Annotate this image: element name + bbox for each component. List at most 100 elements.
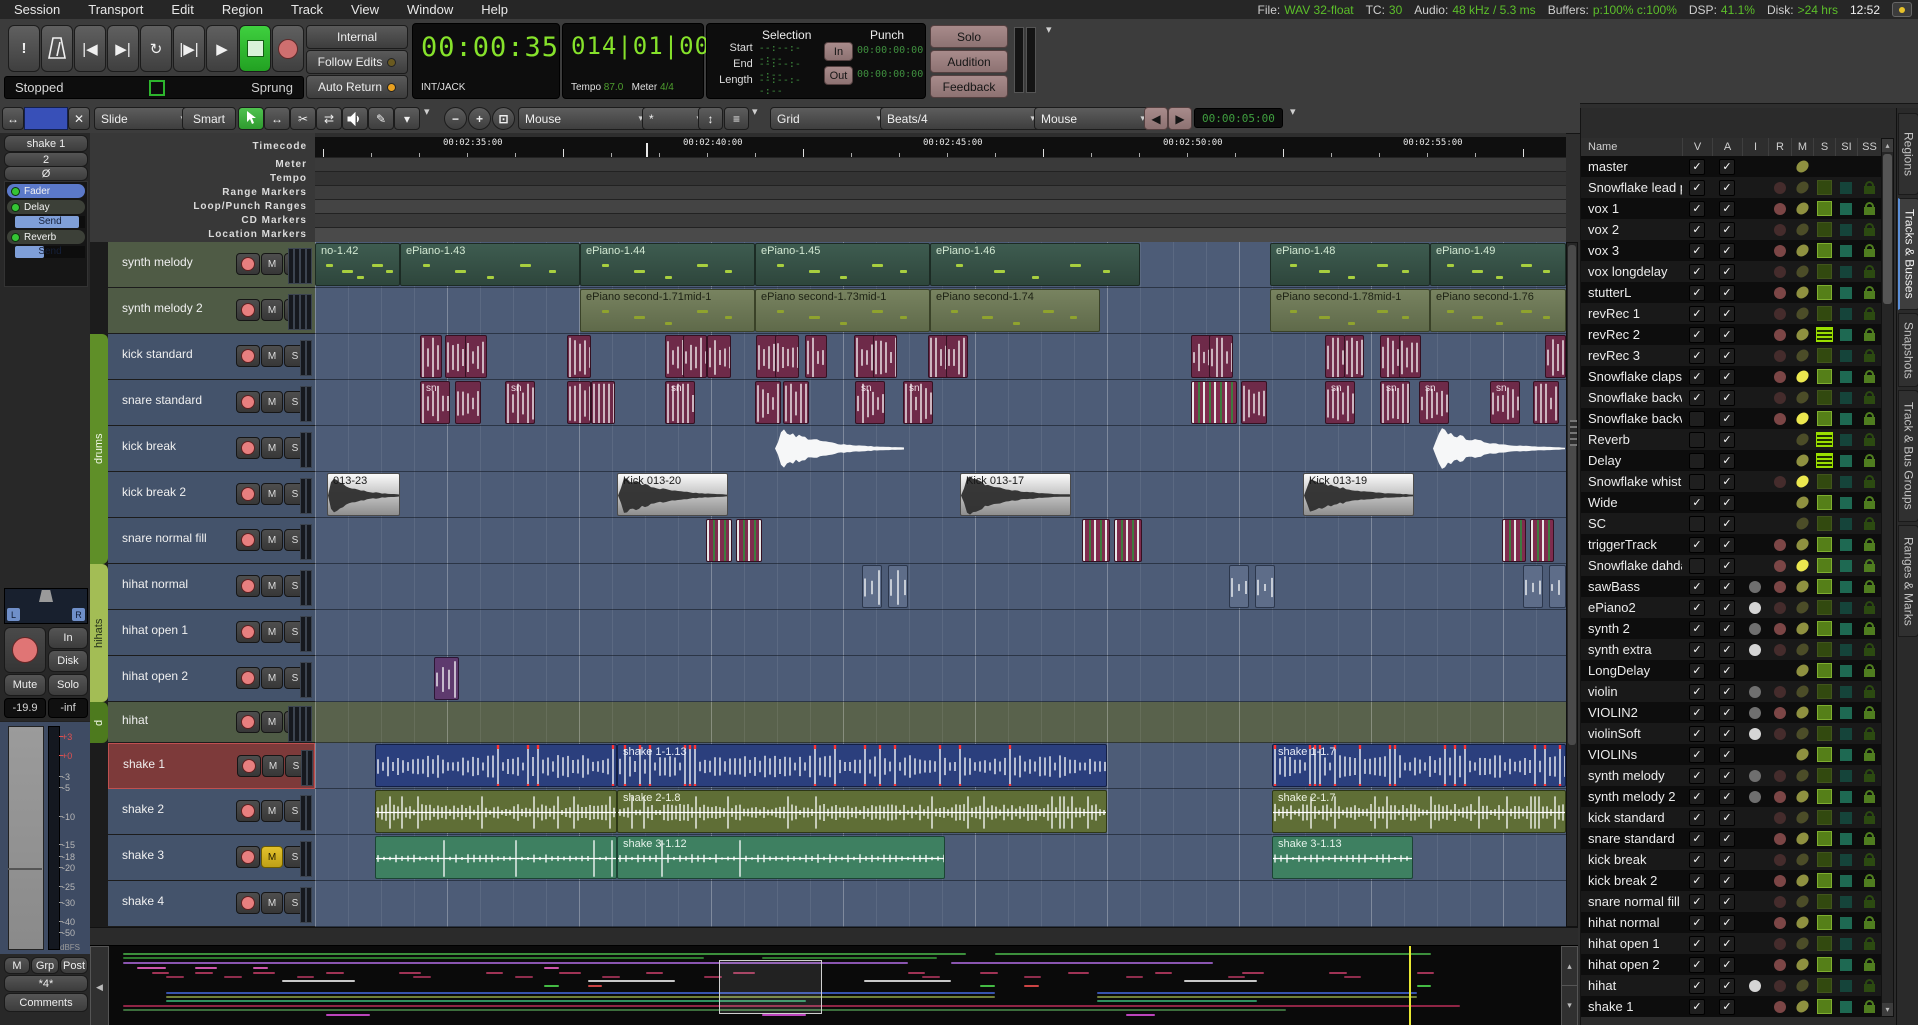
mute-state-icon[interactable]: [1794, 159, 1810, 174]
pan-handle[interactable]: [39, 590, 53, 602]
audio-region[interactable]: [1533, 381, 1559, 424]
mute-state-icon[interactable]: [1794, 537, 1810, 552]
active-checkbox[interactable]: ✓: [1719, 222, 1735, 238]
metronome-button[interactable]: [41, 25, 73, 72]
solo-isolate-icon[interactable]: [1840, 203, 1852, 215]
solo-state-icon[interactable]: [1817, 873, 1832, 888]
region-shake-1-1.7[interactable]: shake 1-1.7: [1272, 744, 1566, 787]
midi-input-icon[interactable]: [1749, 686, 1761, 698]
panel-row-snare-standard[interactable]: snare standard✓✓: [1581, 828, 1881, 849]
solo-isolate-icon[interactable]: [1840, 959, 1852, 971]
solo-isolate-icon[interactable]: [1840, 497, 1852, 509]
solo-isolate-icon[interactable]: [1840, 833, 1852, 845]
audio-region[interactable]: [591, 381, 615, 424]
midi-panic-button[interactable]: !: [8, 25, 40, 72]
solo-state-icon[interactable]: [1817, 285, 1832, 300]
solo-state-icon[interactable]: [1817, 852, 1832, 867]
audio-region[interactable]: [783, 381, 809, 424]
ruler-lane-location-markers[interactable]: [315, 228, 1566, 242]
region-ePiano-1.44[interactable]: ePiano-1.44: [580, 243, 755, 286]
region-shake-3-1.13[interactable]: shake 3-1.13: [1272, 836, 1413, 879]
menu-edit[interactable]: Edit: [157, 0, 207, 19]
session-summary[interactable]: ◀ ▴ ▾: [90, 945, 1578, 1025]
ruler-lane-range-markers[interactable]: [315, 186, 1566, 200]
mute-state-icon[interactable]: [1794, 201, 1810, 216]
rec-state-icon[interactable]: [1774, 623, 1786, 635]
mute-state-icon[interactable]: [1794, 222, 1810, 237]
panel-row-Snowflake-claps-v[interactable]: Snowflake claps v✓✓: [1581, 366, 1881, 387]
mute-state-icon[interactable]: [1794, 705, 1810, 720]
solo-state-icon[interactable]: [1817, 390, 1832, 405]
mute-button[interactable]: M: [261, 892, 283, 914]
panel-scroll-down[interactable]: ▾: [1882, 1003, 1893, 1016]
solo-safe-icon[interactable]: [1864, 522, 1875, 530]
nudge-forward-button[interactable]: ▶: [1168, 107, 1192, 130]
region-ePiano-second-1.76[interactable]: ePiano second-1.76: [1430, 289, 1566, 332]
track-lane-snare-standard[interactable]: snsnsnsnsnsnsnsnsn: [315, 380, 1566, 426]
track-header-hihat-open-1[interactable]: hihat open 1MS: [108, 610, 315, 656]
active-checkbox[interactable]: ✓: [1719, 915, 1735, 931]
active-checkbox[interactable]: ✓: [1719, 684, 1735, 700]
cut-tool-button[interactable]: ✂: [290, 107, 316, 130]
region-Kick-013-17[interactable]: Kick 013-17: [960, 473, 1071, 516]
solo-safe-icon[interactable]: [1864, 606, 1875, 614]
snap-overflow-chevron[interactable]: ▾: [752, 105, 758, 118]
region-sn[interactable]: sn: [665, 381, 695, 424]
panel-row-hihat-open-1[interactable]: hihat open 1✓✓: [1581, 933, 1881, 954]
rec-state-icon[interactable]: [1774, 791, 1786, 803]
menu-region[interactable]: Region: [208, 0, 277, 19]
visible-checkbox[interactable]: [1689, 411, 1705, 427]
audition-tool-button[interactable]: [342, 107, 368, 130]
track-header-hihat-open-2[interactable]: hihat open 2MS: [108, 656, 315, 702]
solo-isolate-icon[interactable]: [1840, 308, 1852, 320]
rec-state-icon[interactable]: [1774, 224, 1786, 236]
summary-scroll-left-button[interactable]: ◀: [90, 946, 109, 1025]
panel-row-master[interactable]: master✓✓: [1581, 156, 1881, 177]
visible-checkbox[interactable]: ✓: [1689, 789, 1705, 805]
active-checkbox[interactable]: ✓: [1719, 705, 1735, 721]
panel-row-vox-1[interactable]: vox 1✓✓: [1581, 198, 1881, 219]
track-header-shake-1[interactable]: shake 1MS: [108, 743, 315, 789]
column-header-i[interactable]: I: [1742, 138, 1768, 156]
solo-isolate-icon[interactable]: [1840, 476, 1852, 488]
audio-region[interactable]: [1530, 519, 1554, 562]
track-header-kick-break-2[interactable]: kick break 2MS: [108, 472, 315, 518]
visible-checkbox[interactable]: ✓: [1689, 159, 1705, 175]
panel-row-Wide[interactable]: Wide✓✓: [1581, 492, 1881, 513]
ruler-label-tempo[interactable]: Tempo: [270, 173, 307, 184]
midi-input-icon[interactable]: [1749, 791, 1761, 803]
active-checkbox[interactable]: ✓: [1719, 432, 1735, 448]
visible-checkbox[interactable]: ✓: [1689, 642, 1705, 658]
grid-type-dropdown[interactable]: Beats/4▾: [880, 107, 1042, 130]
solo-isolate-icon[interactable]: [1840, 413, 1852, 425]
solo-state-icon[interactable]: [1817, 558, 1832, 573]
group-button[interactable]: Grp: [31, 957, 59, 974]
visible-checkbox[interactable]: [1689, 453, 1705, 469]
solo-safe-icon[interactable]: [1864, 648, 1875, 656]
active-checkbox[interactable]: ✓: [1719, 768, 1735, 784]
solo-safe-icon[interactable]: [1864, 858, 1875, 866]
ruler-lane-timecode[interactable]: 00:02:35:0000:02:40:0000:02:45:0000:02:5…: [315, 137, 1566, 158]
nudge-clock[interactable]: 00:00:05:00: [1194, 108, 1283, 128]
midi-input-icon[interactable]: [1749, 770, 1761, 782]
track-lane-shake-3[interactable]: shake 3-1.12shake 3-1.13: [315, 835, 1566, 881]
solo-safe-icon[interactable]: [1864, 963, 1875, 971]
track-lane-hihat-open-1[interactable]: [315, 610, 1566, 656]
draw-tool-button[interactable]: ✎: [368, 107, 394, 130]
auto-return-button[interactable]: Auto Return: [306, 75, 408, 99]
solo-isolate-icon[interactable]: [1840, 644, 1852, 656]
active-checkbox[interactable]: ✓: [1719, 243, 1735, 259]
visible-checkbox[interactable]: ✓: [1689, 579, 1705, 595]
mute-button[interactable]: M: [261, 483, 283, 505]
solo-isolate-icon[interactable]: [1840, 917, 1852, 929]
panel-row-kick-standard[interactable]: kick standard✓✓: [1581, 807, 1881, 828]
audio-region[interactable]: [1545, 335, 1566, 378]
solo-button-strip[interactable]: Solo: [48, 674, 88, 696]
group-tab-d[interactable]: d: [90, 702, 108, 743]
region-shake-2-1.8[interactable]: shake 2-1.8: [617, 790, 1107, 833]
solo-isolate-icon[interactable]: [1840, 623, 1852, 635]
audio-region[interactable]: [805, 335, 827, 378]
active-checkbox[interactable]: ✓: [1719, 537, 1735, 553]
region-ePiano-second-1.71mid-1[interactable]: ePiano second-1.71mid-1: [580, 289, 755, 332]
go-end-button[interactable]: ▶|: [107, 25, 139, 72]
